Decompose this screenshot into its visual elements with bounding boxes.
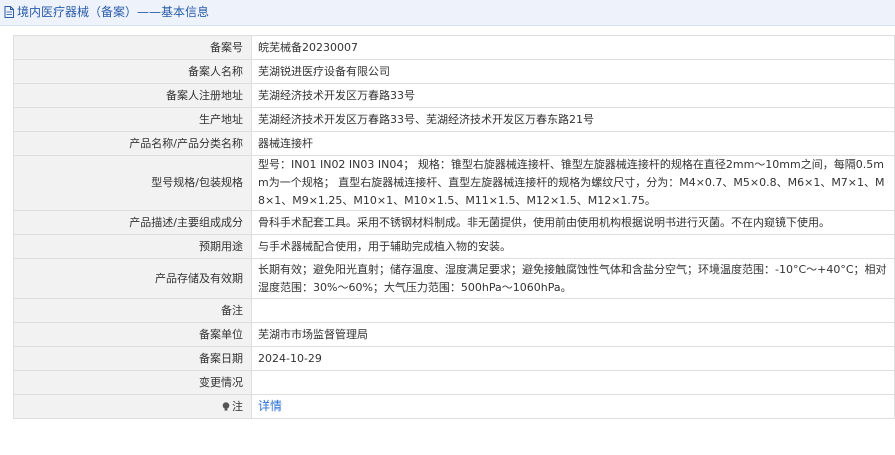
field-value: 与手术器械配合使用，用于辅助完成植入物的安装。 [251, 234, 895, 259]
field-value: 型号：IN01 IN02 IN03 IN04； 规格：锥型右旋器械连接杆、锥型左… [251, 155, 895, 211]
field-value: 芜湖锐进医疗设备有限公司 [251, 59, 895, 84]
field-label: 产品描述/主要组成成分 [13, 210, 252, 235]
note-label-cell: 注 [13, 394, 252, 419]
table-row: 产品名称/产品分类名称 器械连接杆 [13, 131, 895, 156]
table-row: 产品描述/主要组成成分 骨科手术配套工具。采用不锈钢材料制成。非无菌提供，使用前… [13, 210, 895, 235]
table-row: 注 详情 [13, 394, 895, 419]
table-row: 备案人名称 芜湖锐进医疗设备有限公司 [13, 59, 895, 84]
table-row: 备案人注册地址 芜湖经济技术开发区万春路33号 [13, 83, 895, 108]
field-label: 预期用途 [13, 234, 252, 259]
details-link[interactable]: 详情 [258, 399, 282, 413]
field-value: 2024-10-29 [251, 346, 895, 371]
field-value: 骨科手术配套工具。采用不锈钢材料制成。非无菌提供，使用前由使用机构根据说明书进行… [251, 210, 895, 235]
table-row: 备案号 皖芜械备20230007 [13, 35, 895, 60]
field-label: 产品名称/产品分类名称 [13, 131, 252, 156]
table-row: 备案日期 2024-10-29 [13, 346, 895, 371]
field-label: 型号规格/包装规格 [13, 155, 252, 211]
field-label: 备案日期 [13, 346, 252, 371]
table-row: 备注 [13, 298, 895, 323]
table-row: 型号规格/包装规格 型号：IN01 IN02 IN03 IN04； 规格：锥型右… [13, 155, 895, 211]
field-value: 芜湖市市场监督管理局 [251, 322, 895, 347]
info-table: 备案号 皖芜械备20230007 备案人名称 芜湖锐进医疗设备有限公司 备案人注… [13, 35, 895, 419]
field-label: 变更情况 [13, 370, 252, 395]
field-value: 器械连接杆 [251, 131, 895, 156]
page-title: 境内医疗器械（备案）——基本信息 [17, 5, 210, 19]
field-value: 芜湖经济技术开发区万春路33号 [251, 83, 895, 108]
field-value [251, 298, 895, 323]
field-value: 芜湖经济技术开发区万春路33号、芜湖经济技术开发区万春东路21号 [251, 107, 895, 132]
field-label: 备案人名称 [13, 59, 252, 84]
page-header: 境内医疗器械（备案）——基本信息 [0, 0, 895, 26]
field-value [251, 370, 895, 395]
field-label: 生产地址 [13, 107, 252, 132]
note-label: 注 [232, 399, 243, 413]
note-value: 详情 [251, 394, 895, 419]
field-label: 备注 [13, 298, 252, 323]
field-value: 皖芜械备20230007 [251, 35, 895, 60]
field-value: 长期有效；避免阳光直射；储存温度、湿度满足要求；避免接触腐蚀性气体和含盐分空气；… [251, 258, 895, 299]
header-inner: 境内医疗器械（备案）——基本信息 [4, 5, 209, 19]
document-icon [4, 6, 14, 18]
table-row: 预期用途 与手术器械配合使用，用于辅助完成植入物的安装。 [13, 234, 895, 259]
table-row: 变更情况 [13, 370, 895, 395]
field-label: 产品存储及有效期 [13, 258, 252, 299]
bulb-icon [222, 401, 230, 411]
table-row: 备案单位 芜湖市市场监督管理局 [13, 322, 895, 347]
table-row: 生产地址 芜湖经济技术开发区万春路33号、芜湖经济技术开发区万春东路21号 [13, 107, 895, 132]
table-row: 产品存储及有效期 长期有效；避免阳光直射；储存温度、湿度满足要求；避免接触腐蚀性… [13, 258, 895, 299]
field-label: 备案号 [13, 35, 252, 60]
field-label: 备案单位 [13, 322, 252, 347]
field-label: 备案人注册地址 [13, 83, 252, 108]
